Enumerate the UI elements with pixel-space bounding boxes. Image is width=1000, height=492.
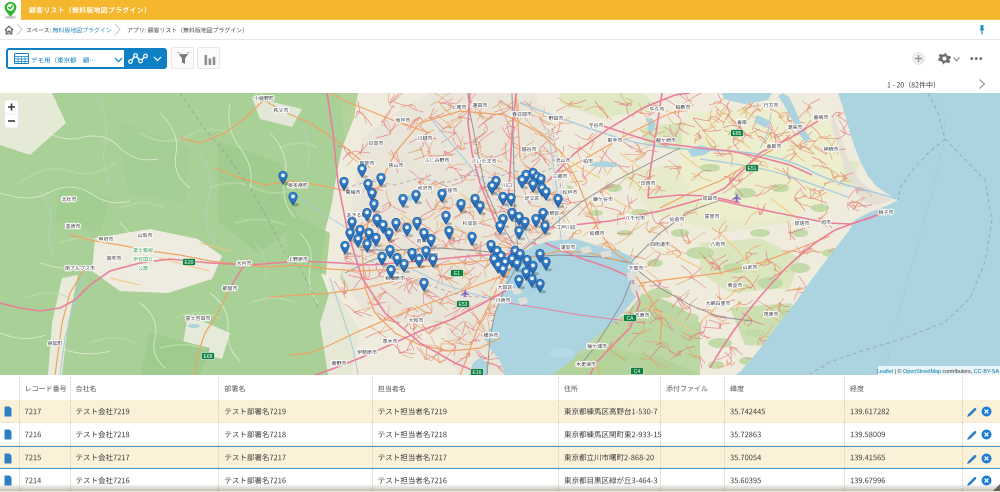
svg-text:E85: E85 [733, 131, 742, 137]
svg-text:E53: E53 [459, 302, 468, 308]
svg-text:E68: E68 [204, 354, 213, 360]
svg-text:E51: E51 [748, 166, 757, 172]
svg-text:CA: CA [627, 316, 635, 322]
svg-text:E20: E20 [185, 260, 194, 266]
svg-text:E1: E1 [454, 271, 460, 277]
svg-text:Leaflet | © OpenStreetMap cont: Leaflet | © OpenStreetMap contributors, … [877, 368, 999, 375]
